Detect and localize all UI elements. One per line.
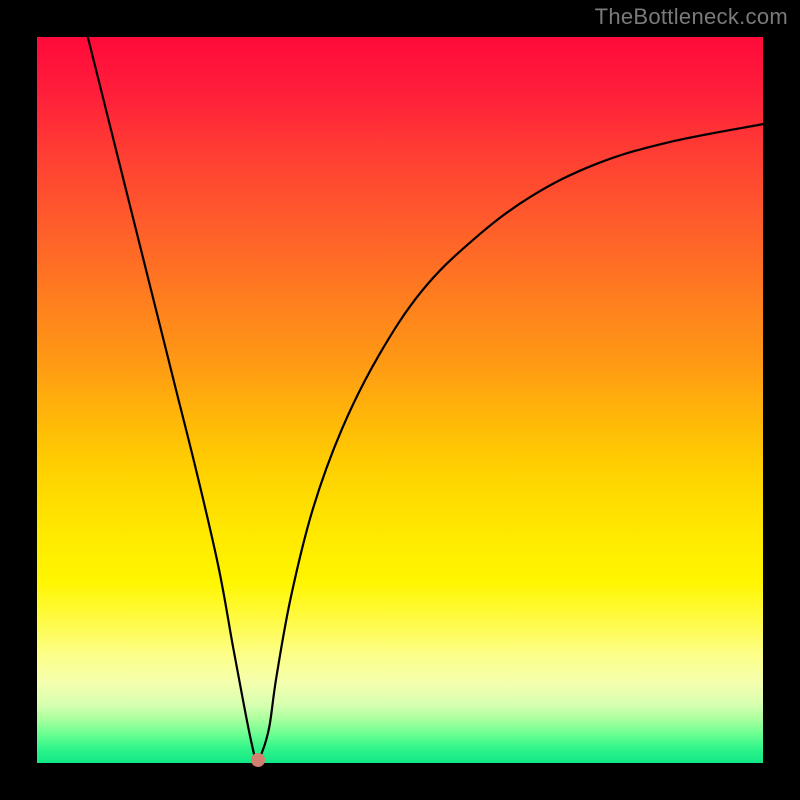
chart-frame: TheBottleneck.com — [0, 0, 800, 800]
watermark-text: TheBottleneck.com — [595, 4, 788, 30]
bottleneck-curve — [37, 37, 763, 763]
minimum-marker — [251, 753, 265, 767]
plot-area — [37, 37, 763, 763]
